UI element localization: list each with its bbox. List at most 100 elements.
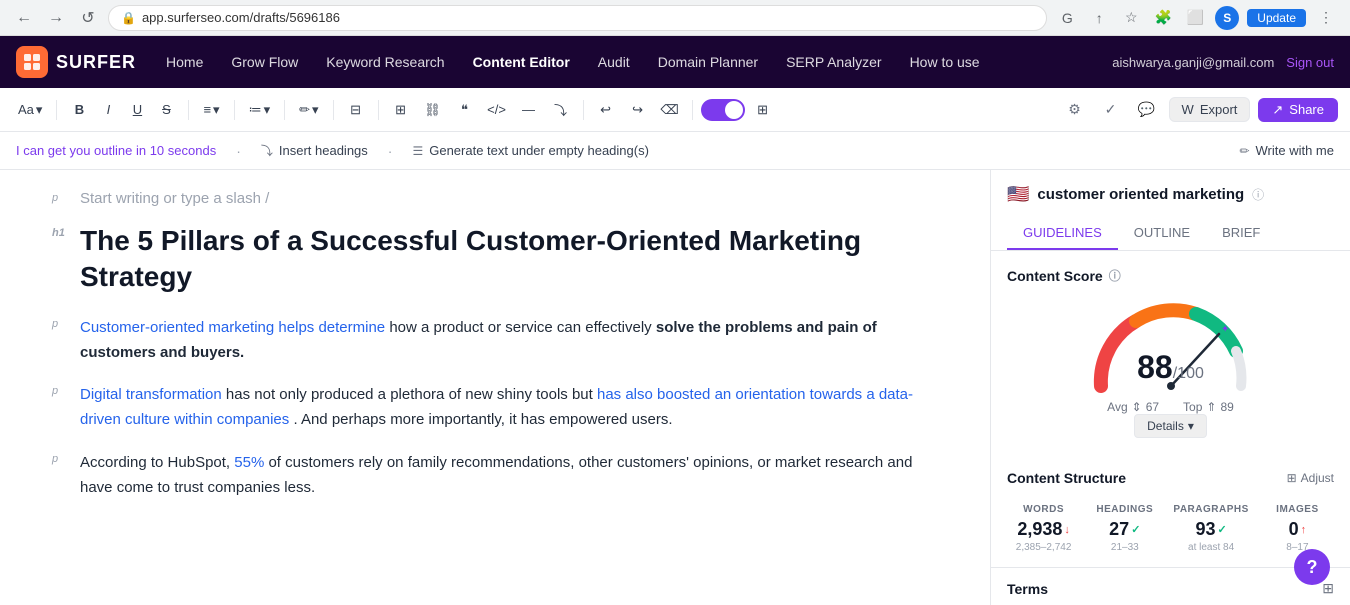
- outline-suggestion[interactable]: I can get you outline in 10 seconds: [16, 143, 216, 158]
- paragraph-3[interactable]: p According to HubSpot, 55% of customers…: [80, 451, 930, 501]
- strikethrough-button[interactable]: S: [152, 96, 180, 124]
- insert-headings-icon: ⤵: [261, 142, 273, 159]
- content-score-info[interactable]: ⓘ: [1109, 267, 1121, 284]
- gauge-max: /100: [1173, 365, 1204, 382]
- code-button[interactable]: </>: [483, 96, 511, 124]
- panel-header: 🇺🇸 customer oriented marketing ⓘ GUIDELI…: [991, 170, 1350, 251]
- toolbar-align-group: ≡ ▾: [197, 100, 225, 120]
- app-logo[interactable]: SURFER: [16, 46, 136, 78]
- separator-8: [692, 100, 693, 120]
- link-button[interactable]: ⛓: [419, 96, 447, 124]
- link-55-percent[interactable]: 55%: [234, 454, 264, 471]
- separator-5: [333, 100, 334, 120]
- keyword-row: 🇺🇸 customer oriented marketing ⓘ: [1007, 184, 1334, 205]
- paragraph-2-text[interactable]: Digital transformation has not only prod…: [80, 383, 930, 433]
- logo-text: SURFER: [56, 52, 136, 73]
- content-score-label: Content Score: [1007, 268, 1103, 284]
- terms-filter-icon[interactable]: ⊞: [1322, 580, 1334, 597]
- details-button[interactable]: Details ▾: [1134, 414, 1207, 438]
- nav-item-keyword-research[interactable]: Keyword Research: [312, 36, 458, 88]
- share-icon: ↗: [1272, 102, 1283, 118]
- underline-button[interactable]: U: [123, 96, 151, 124]
- font-size-dropdown[interactable]: Aa ▾: [12, 100, 48, 120]
- link-digital-transformation[interactable]: Digital transformation: [80, 386, 222, 403]
- article-title[interactable]: The 5 Pillars of a Successful Customer-O…: [80, 223, 930, 296]
- bookmark-icon[interactable]: ☆: [1119, 6, 1143, 30]
- quote-button[interactable]: ❝: [451, 96, 479, 124]
- structure-words: WORDS 2,938 ↓ 2,385–2,742: [1007, 496, 1080, 561]
- update-button[interactable]: Update: [1247, 9, 1306, 27]
- more-icon[interactable]: ⋮: [1314, 6, 1338, 30]
- paragraph-2[interactable]: p Digital transformation has not only pr…: [80, 383, 930, 433]
- undo-button[interactable]: ↩: [592, 96, 620, 124]
- forward-button[interactable]: →: [44, 6, 68, 30]
- link-helps-determine[interactable]: helps determine: [278, 319, 385, 336]
- paragraph-1-text[interactable]: Customer-oriented marketing helps determ…: [80, 316, 930, 366]
- nav-item-how-to-use[interactable]: How to use: [896, 36, 994, 88]
- italic-button[interactable]: I: [94, 96, 122, 124]
- hr-button[interactable]: —: [515, 96, 543, 124]
- url-bar[interactable]: 🔒 app.surferseo.com/drafts/5696186: [108, 5, 1047, 31]
- grid-button[interactable]: ⊞: [749, 96, 777, 124]
- h1-block[interactable]: h1 The 5 Pillars of a Successful Custome…: [80, 223, 930, 296]
- structure-headings: HEADINGS 27 ✓ 21–33: [1088, 496, 1161, 561]
- extension-icon[interactable]: 🧩: [1151, 6, 1175, 30]
- window-icon[interactable]: ⬜: [1183, 6, 1207, 30]
- nav-item-audit[interactable]: Audit: [584, 36, 644, 88]
- google-icon[interactable]: G: [1055, 6, 1079, 30]
- info-icon[interactable]: ⓘ: [1252, 186, 1264, 203]
- headings-indicator: ✓: [1131, 523, 1140, 536]
- editor-toolbar: Aa ▾ B I U S ≡ ▾ ≔ ▾ ✏ ▾ ⊟ ⊞ ⛓ ❝ </> — ⤵…: [0, 88, 1350, 132]
- top-icon: ⇑: [1206, 400, 1216, 414]
- tab-guidelines[interactable]: GUIDELINES: [1007, 217, 1118, 250]
- clear-button[interactable]: ⌫: [656, 96, 684, 124]
- export-button[interactable]: W Export: [1169, 97, 1251, 122]
- browser-actions: G ↑ ☆ 🧩 ⬜ S Update ⋮: [1055, 6, 1338, 30]
- editor-placeholder: Start writing or type a slash /: [80, 190, 930, 207]
- text-1: how a product or service can effectively: [389, 319, 656, 336]
- back-button[interactable]: ←: [12, 6, 36, 30]
- refresh-button[interactable]: ↺: [76, 6, 100, 30]
- write-with-me-item[interactable]: ✏ Write with me: [1239, 143, 1334, 158]
- nav-item-grow-flow[interactable]: Grow Flow: [217, 36, 312, 88]
- wordpress-icon: W: [1182, 102, 1194, 117]
- help-button[interactable]: ?: [1294, 549, 1330, 585]
- generate-text-item[interactable]: ☰ Generate text under empty heading(s): [412, 143, 648, 158]
- headings-value: 27 ✓: [1092, 519, 1157, 540]
- insert-headings-item[interactable]: ⤵ Insert headings: [261, 142, 368, 159]
- tab-outline[interactable]: OUTLINE: [1118, 217, 1206, 250]
- nav-item-domain-planner[interactable]: Domain Planner: [644, 36, 772, 88]
- collapse-button[interactable]: ⊟: [342, 96, 370, 124]
- tab-brief[interactable]: BRIEF: [1206, 217, 1276, 250]
- image-button[interactable]: ⊞: [387, 96, 415, 124]
- paragraph-1[interactable]: p Customer-oriented marketing helps dete…: [80, 316, 930, 366]
- link-customer-oriented[interactable]: Customer-oriented marketing: [80, 319, 274, 336]
- special-button[interactable]: ⤵: [547, 96, 575, 124]
- insert-headings-label: Insert headings: [279, 143, 368, 158]
- redo-button[interactable]: ↪: [624, 96, 652, 124]
- editor-area[interactable]: p Start writing or type a slash / h1 The…: [0, 170, 990, 605]
- check-icon[interactable]: ✓: [1097, 96, 1125, 124]
- nav-item-serp-analyzer[interactable]: SERP Analyzer: [772, 36, 895, 88]
- nav-item-home[interactable]: Home: [152, 36, 217, 88]
- share-icon[interactable]: ↑: [1087, 6, 1111, 30]
- nav-email: aishwarya.ganji@gmail.com: [1112, 55, 1274, 70]
- user-avatar[interactable]: S: [1215, 6, 1239, 30]
- align-dropdown[interactable]: ≡ ▾: [197, 100, 225, 120]
- adjust-button[interactable]: ⊞ Adjust: [1287, 471, 1334, 485]
- share-button[interactable]: ↗ Share: [1258, 98, 1338, 122]
- paragraph-3-text[interactable]: According to HubSpot, 55% of customers r…: [80, 451, 930, 501]
- toggle-switch[interactable]: [701, 99, 745, 121]
- separator-7: [583, 100, 584, 120]
- chat-icon[interactable]: 💬: [1133, 96, 1161, 124]
- nav-item-content-editor[interactable]: Content Editor: [459, 36, 584, 88]
- nav-signout[interactable]: Sign out: [1286, 55, 1334, 70]
- list-dropdown[interactable]: ≔ ▾: [243, 100, 277, 120]
- images-indicator: ↑: [1301, 524, 1307, 536]
- settings-icon[interactable]: ⚙: [1061, 96, 1089, 124]
- export-label: Export: [1200, 102, 1238, 117]
- top-stat: Top ⇑ 89: [1183, 400, 1234, 414]
- bold-button[interactable]: B: [65, 96, 93, 124]
- highlight-dropdown[interactable]: ✏ ▾: [293, 100, 324, 120]
- nav-right: aishwarya.ganji@gmail.com Sign out: [1112, 55, 1334, 70]
